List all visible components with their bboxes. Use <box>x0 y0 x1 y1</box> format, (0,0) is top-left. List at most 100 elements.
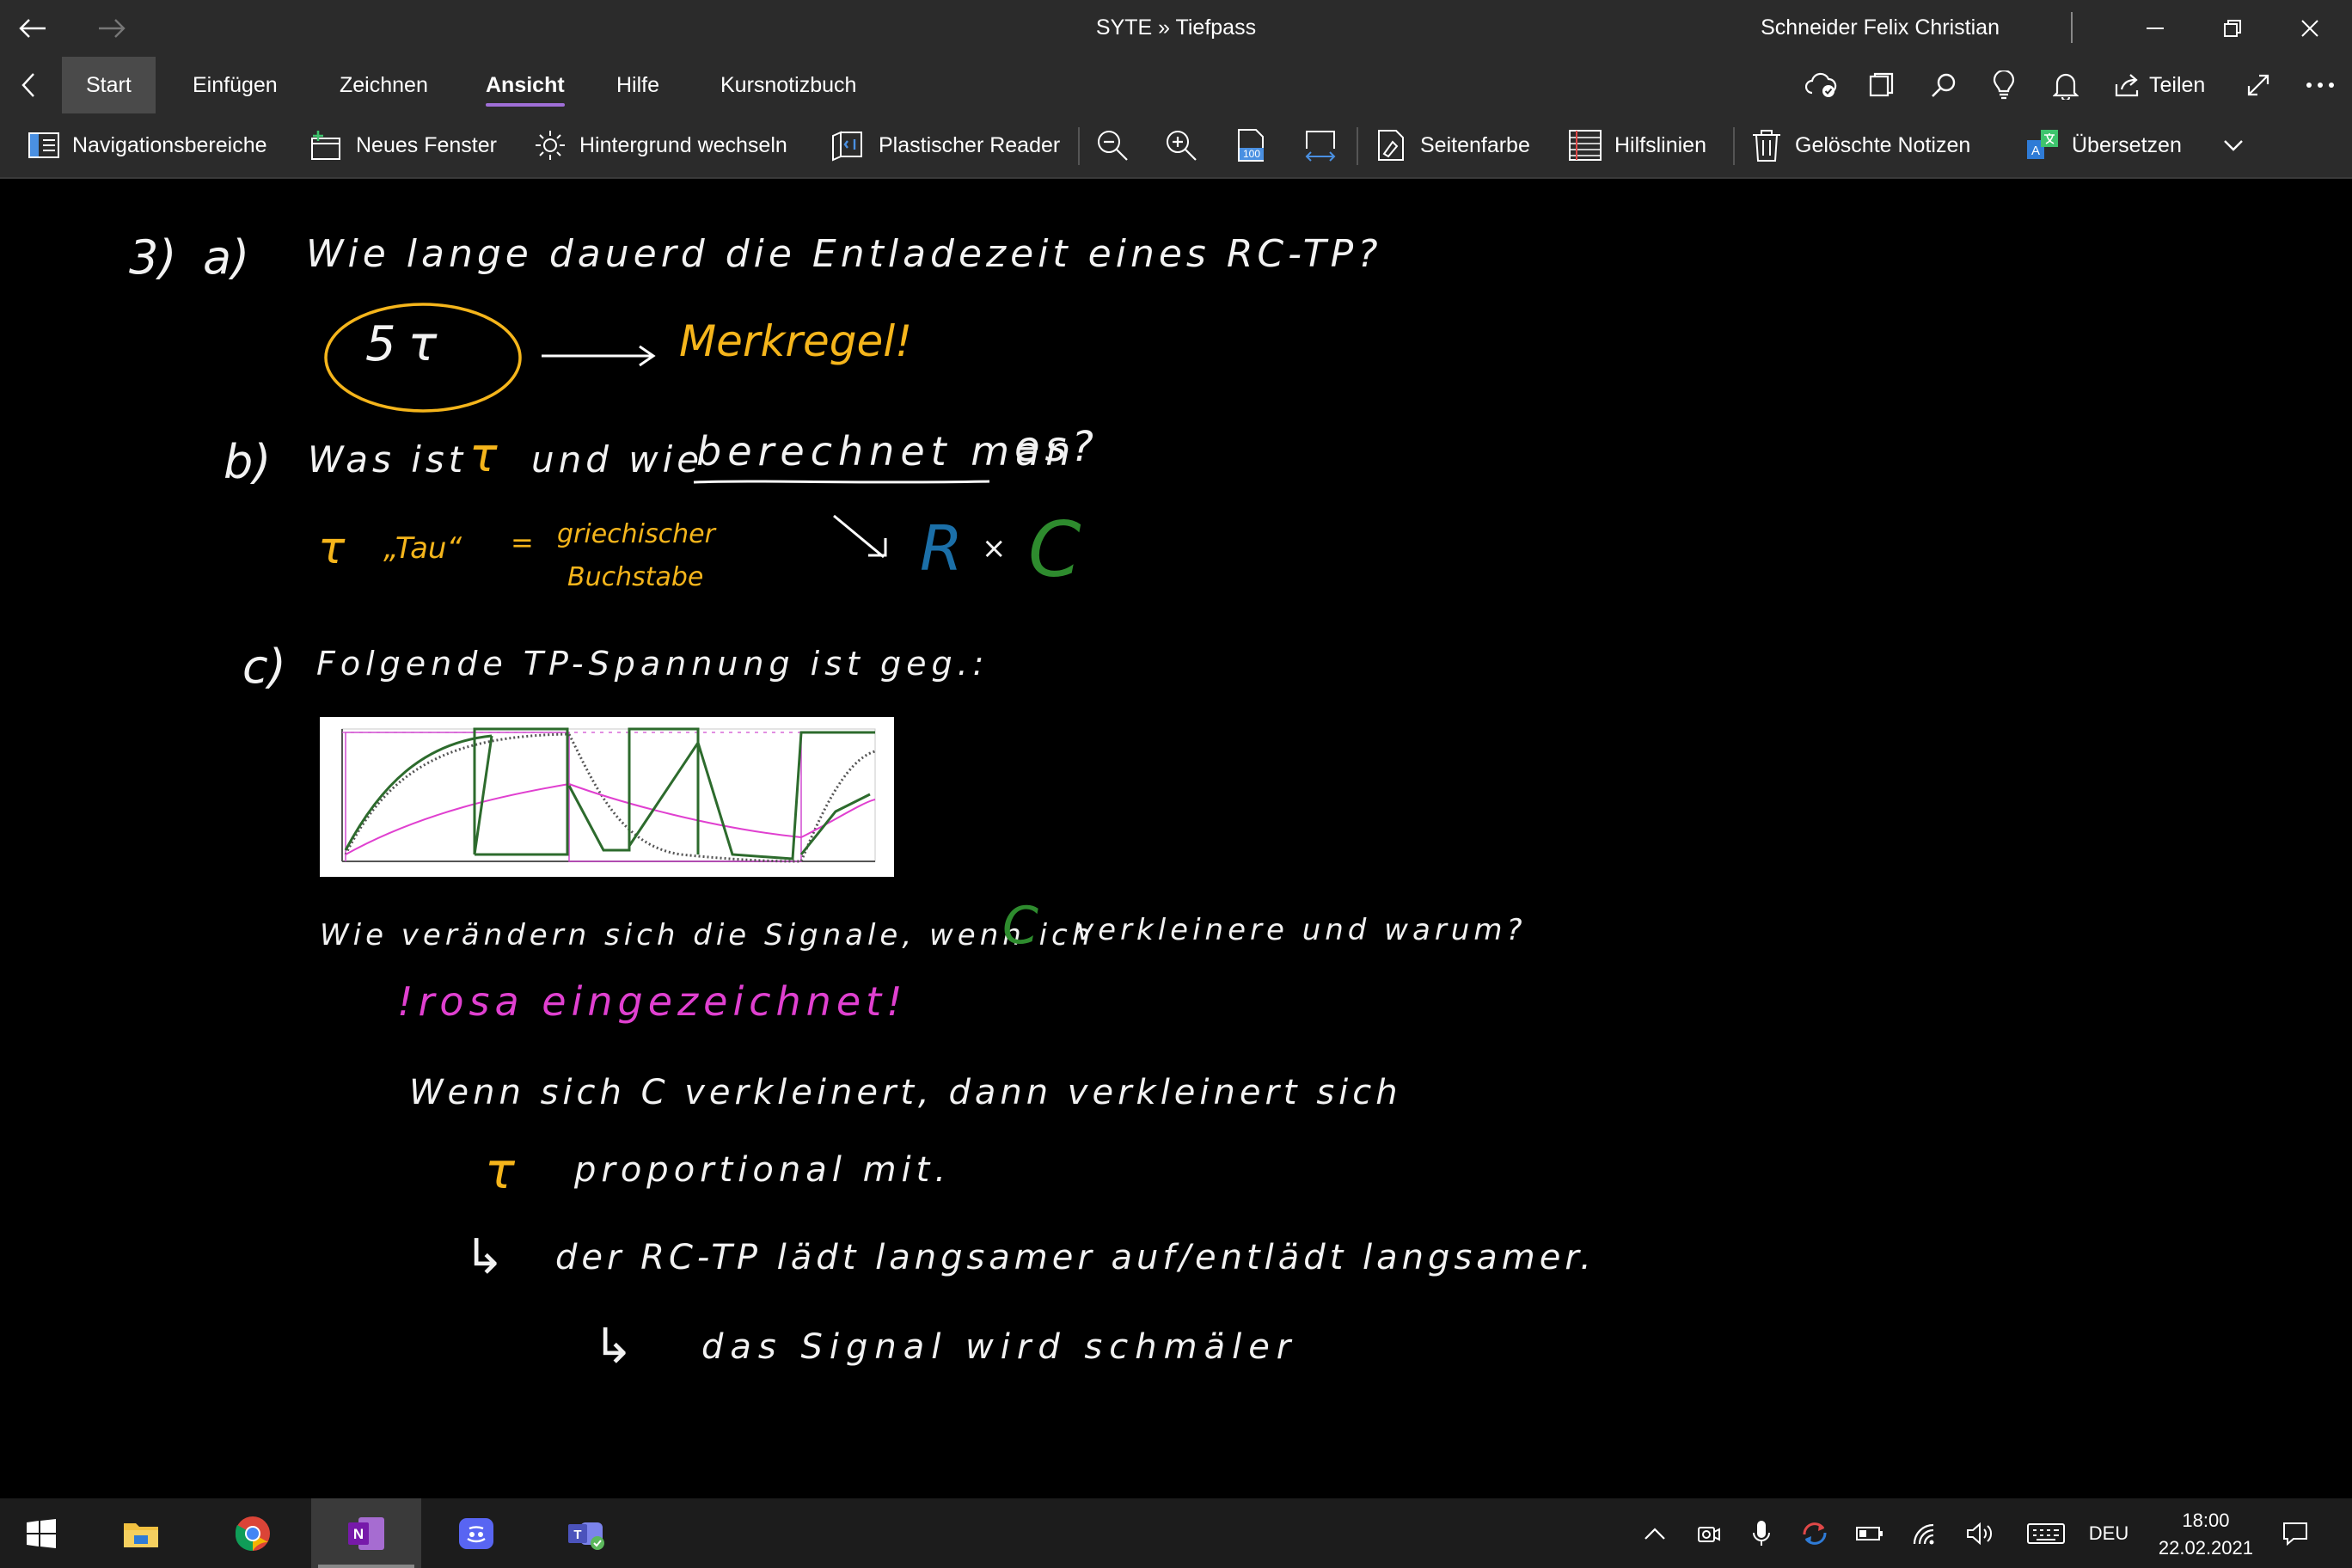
notification-center-button[interactable] <box>2269 1498 2321 1568</box>
tray-microphone[interactable] <box>1740 1498 1783 1568</box>
tray-sync[interactable] <box>1793 1498 1836 1568</box>
underline-stroke <box>693 480 990 484</box>
close-button[interactable] <box>2271 0 2349 57</box>
geloeschte-notizen-label: Gelöschte Notizen <box>1795 132 1971 157</box>
tray-language[interactable]: DEU <box>2084 1498 2134 1568</box>
neues-fenster-label: Neues Fenster <box>356 132 497 157</box>
neues-fenster-button[interactable]: Neues Fenster <box>309 113 497 177</box>
uebersetzen-button[interactable]: A Übersetzen <box>2025 113 2182 177</box>
tray-touch-keyboard[interactable] <box>2018 1498 2073 1568</box>
hilfslinien-button[interactable]: Hilfslinien <box>1568 113 1706 177</box>
page-width-button[interactable] <box>1303 113 1338 177</box>
navigation-panes-icon <box>28 132 59 158</box>
tau-equals: = <box>511 526 534 559</box>
microphone-icon <box>1753 1520 1770 1546</box>
taskbar-file-explorer[interactable] <box>86 1498 196 1568</box>
more-options-icon[interactable] <box>2299 64 2342 106</box>
tab-kursnotizbuch[interactable]: Kursnotizbuch <box>696 57 880 113</box>
notebooks-icon[interactable] <box>1860 64 1903 106</box>
toolbar-separator-2 <box>1357 127 1358 165</box>
note-canvas[interactable]: 3) a) Wie lange dauerd die Entladezeit e… <box>0 179 2352 1498</box>
teams-icon: T <box>568 1522 604 1550</box>
user-name[interactable]: Schneider Felix Christian <box>1761 15 2000 40</box>
share-button[interactable]: Teilen <box>2113 57 2205 113</box>
tp-voltage-image <box>320 717 894 877</box>
restore-button[interactable] <box>2194 0 2271 57</box>
tau-symbol: τ <box>318 523 346 574</box>
translate-icon: A <box>2027 130 2058 159</box>
uebersetzen-label: Übersetzen <box>2072 132 2182 157</box>
taskbar-chrome[interactable] <box>198 1498 308 1568</box>
minimize-button[interactable] <box>2116 0 2194 57</box>
sync-icon <box>1803 1522 1827 1545</box>
tray-camera[interactable] <box>1687 1498 1730 1568</box>
taskbar-teams[interactable]: T <box>531 1498 641 1568</box>
title-separator <box>2071 12 2073 43</box>
answer-line-4-arrow: ↳ <box>593 1319 634 1375</box>
show-hidden-icons-button[interactable] <box>1633 1498 1676 1568</box>
zoom-100-text: 100 <box>1243 148 1260 160</box>
question-3b-tau: τ <box>469 428 498 482</box>
tau-description-2: Buchstabe <box>567 562 704 592</box>
question-3c-part-b: verkleinere und warum? <box>1076 913 1527 947</box>
question-3b-label: b) <box>224 435 272 489</box>
search-icon[interactable] <box>1922 64 1965 106</box>
onenote-icon: N <box>348 1516 384 1550</box>
arrow-to-hint <box>542 345 656 367</box>
navigationsbereiche-button[interactable]: Navigationsbereiche <box>28 113 267 177</box>
question-3b-mid: und wie <box>531 438 704 481</box>
sun-icon <box>536 131 565 160</box>
hilfslinien-label: Hilfslinien <box>1614 132 1706 157</box>
zoom-in-button[interactable] <box>1164 113 1198 177</box>
share-label: Teilen <box>2149 73 2206 97</box>
answer-line-3: der RC-TP lädt langsamer auf/entlädt lan… <box>555 1238 1596 1277</box>
toolbar-expand-button[interactable] <box>2223 113 2244 177</box>
toolbar-separator <box>1078 127 1080 165</box>
rosa-note: !rosa eingezeichnet! <box>397 978 908 1025</box>
trash-icon <box>1753 130 1780 162</box>
svg-text:A: A <box>2031 144 2040 158</box>
tray-wifi[interactable] <box>1903 1498 1946 1568</box>
tp-voltage-plot <box>341 727 876 863</box>
tab-hilfe[interactable]: Hilfe <box>592 57 683 113</box>
svg-text:T: T <box>573 1528 581 1542</box>
chevron-left-icon[interactable] <box>7 64 50 106</box>
sync-status-icon[interactable] <box>1800 64 1843 106</box>
zoom-in-icon <box>1167 131 1197 161</box>
zoom-100-button[interactable]: 100 <box>1234 113 1269 177</box>
rule-lines-icon <box>1569 130 1602 161</box>
taskbar-discord[interactable] <box>421 1498 531 1568</box>
plastischer-reader-label: Plastischer Reader <box>879 132 1061 157</box>
tab-ansicht[interactable]: Ansicht <box>462 57 589 113</box>
question-3a-text: Wie lange dauerd die Entladezeit eines R… <box>306 232 1382 276</box>
folder-icon <box>124 1522 158 1547</box>
taskbar-onenote[interactable]: N <box>311 1498 421 1568</box>
question-3a-label: a) <box>203 230 250 285</box>
tray-volume[interactable] <box>1958 1498 2001 1568</box>
tab-start[interactable]: Start <box>62 57 156 113</box>
webcam-icon <box>1698 1526 1720 1542</box>
question-3c-part-a: Wie verändern sich die Signale, wenn ich <box>320 918 1095 952</box>
seitenfarbe-button[interactable]: Seitenfarbe <box>1374 113 1530 177</box>
tray-clock[interactable]: 18:00 22.02.2021 <box>2159 1507 2253 1562</box>
answer-line-1: Wenn sich C verkleinert, dann verkleiner… <box>409 1073 1402 1112</box>
svg-text:N: N <box>353 1526 364 1542</box>
tab-einfuegen[interactable]: Einfügen <box>168 57 302 113</box>
tab-zeichnen[interactable]: Zeichnen <box>315 57 452 113</box>
zoom-out-button[interactable] <box>1095 113 1130 177</box>
hintergrund-wechseln-button[interactable]: Hintergrund wechseln <box>533 113 787 177</box>
active-tab-indicator <box>486 103 565 107</box>
speaker-icon <box>1967 1522 1993 1545</box>
windows-logo-icon <box>27 1518 56 1548</box>
immersive-reader-icon <box>832 131 862 162</box>
lightbulb-icon[interactable] <box>1982 64 2025 106</box>
tray-battery[interactable] <box>1848 1498 1891 1568</box>
bell-icon[interactable] <box>2044 64 2087 106</box>
geloeschte-notizen-button[interactable]: Gelöschte Notizen <box>1750 113 1970 177</box>
fullscreen-icon[interactable] <box>2237 64 2280 106</box>
plastischer-reader-button[interactable]: Plastischer Reader <box>830 113 1060 177</box>
start-button[interactable] <box>0 1498 83 1568</box>
arrow-to-formula <box>833 514 887 559</box>
formula-c: C <box>1028 505 1081 594</box>
tau-description-1: griechischer <box>557 519 715 549</box>
